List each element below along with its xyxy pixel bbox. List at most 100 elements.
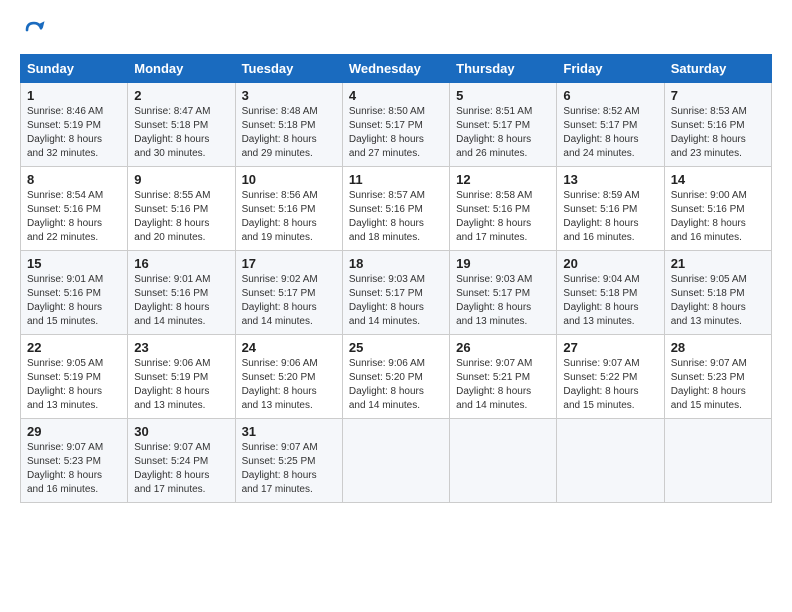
day-number: 23 xyxy=(134,340,228,355)
day-number: 29 xyxy=(27,424,121,439)
col-thursday: Thursday xyxy=(450,55,557,83)
day-info: Sunrise: 9:00 AMSunset: 5:16 PMDaylight:… xyxy=(671,189,765,245)
header xyxy=(20,16,772,44)
day-number: 19 xyxy=(456,256,550,271)
table-row: 14 Sunrise: 9:00 AMSunset: 5:16 PMDayligh… xyxy=(664,167,771,251)
day-number: 5 xyxy=(456,88,550,103)
table-row: 1Sunrise: 8:46 AMSunset: 5:19 PMDaylight… xyxy=(21,83,128,167)
day-info: Sunrise: 9:07 AMSunset: 5:25 PMDaylight:… xyxy=(242,441,336,497)
day-info: Sunrise: 9:06 AMSunset: 5:19 PMDaylight:… xyxy=(134,357,228,413)
table-row: 19 Sunrise: 9:03 AMSunset: 5:17 PMDayligh… xyxy=(450,251,557,335)
col-saturday: Saturday xyxy=(664,55,771,83)
col-friday: Friday xyxy=(557,55,664,83)
day-number: 31 xyxy=(242,424,336,439)
day-info: Sunrise: 9:05 AMSunset: 5:19 PMDaylight:… xyxy=(27,357,121,413)
table-row: 28 Sunrise: 9:07 AMSunset: 5:23 PMDayligh… xyxy=(664,335,771,419)
day-info: Sunrise: 9:03 AMSunset: 5:17 PMDaylight:… xyxy=(456,273,550,329)
table-row: 8 Sunrise: 8:54 AMSunset: 5:16 PMDaylight… xyxy=(21,167,128,251)
day-info: Sunrise: 8:52 AMSunset: 5:17 PMDaylight:… xyxy=(563,105,657,161)
table-row: 9 Sunrise: 8:55 AMSunset: 5:16 PMDaylight… xyxy=(128,167,235,251)
table-row: 13 Sunrise: 8:59 AMSunset: 5:16 PMDayligh… xyxy=(557,167,664,251)
table-row: 16Sunrise: 9:01 AMSunset: 5:16 PMDayligh… xyxy=(128,251,235,335)
day-number: 15 xyxy=(27,256,121,271)
day-info: Sunrise: 8:57 AMSunset: 5:16 PMDaylight:… xyxy=(349,189,443,245)
day-info: Sunrise: 8:59 AMSunset: 5:16 PMDaylight:… xyxy=(563,189,657,245)
table-row: 31 Sunrise: 9:07 AMSunset: 5:25 PMDayligh… xyxy=(235,419,342,503)
logo xyxy=(20,16,52,44)
day-info: Sunrise: 8:51 AMSunset: 5:17 PMDaylight:… xyxy=(456,105,550,161)
table-row: 24 Sunrise: 9:06 AMSunset: 5:20 PMDayligh… xyxy=(235,335,342,419)
day-number: 27 xyxy=(563,340,657,355)
day-number: 25 xyxy=(349,340,443,355)
day-number: 26 xyxy=(456,340,550,355)
calendar-table: Sunday Monday Tuesday Wednesday Thursday… xyxy=(20,54,772,503)
header-row: Sunday Monday Tuesday Wednesday Thursday… xyxy=(21,55,772,83)
table-row: 12 Sunrise: 8:58 AMSunset: 5:16 PMDayligh… xyxy=(450,167,557,251)
day-number: 14 xyxy=(671,172,765,187)
table-row xyxy=(342,419,449,503)
col-tuesday: Tuesday xyxy=(235,55,342,83)
day-info: Sunrise: 8:54 AMSunset: 5:16 PMDaylight:… xyxy=(27,189,121,245)
day-number: 18 xyxy=(349,256,443,271)
table-row xyxy=(664,419,771,503)
day-number: 9 xyxy=(134,172,228,187)
day-info: Sunrise: 9:01 AMSunset: 5:16 PMDaylight:… xyxy=(27,273,121,329)
day-info: Sunrise: 8:58 AMSunset: 5:16 PMDaylight:… xyxy=(456,189,550,245)
day-info: Sunrise: 8:55 AMSunset: 5:16 PMDaylight:… xyxy=(134,189,228,245)
table-row: 15 Sunrise: 9:01 AMSunset: 5:16 PMDayligh… xyxy=(21,251,128,335)
table-row: 6 Sunrise: 8:52 AMSunset: 5:17 PMDaylight… xyxy=(557,83,664,167)
day-info: Sunrise: 8:53 AMSunset: 5:16 PMDaylight:… xyxy=(671,105,765,161)
day-number: 8 xyxy=(27,172,121,187)
table-row: 21 Sunrise: 9:05 AMSunset: 5:18 PMDayligh… xyxy=(664,251,771,335)
table-row: 29 Sunrise: 9:07 AMSunset: 5:23 PMDayligh… xyxy=(21,419,128,503)
logo-icon xyxy=(20,16,48,44)
day-info: Sunrise: 9:07 AMSunset: 5:23 PMDaylight:… xyxy=(27,441,121,497)
day-info: Sunrise: 9:01 AMSunset: 5:16 PMDaylight:… xyxy=(134,273,228,329)
day-info: Sunrise: 8:50 AMSunset: 5:17 PMDaylight:… xyxy=(349,105,443,161)
day-info: Sunrise: 9:07 AMSunset: 5:24 PMDaylight:… xyxy=(134,441,228,497)
table-row: 10 Sunrise: 8:56 AMSunset: 5:16 PMDayligh… xyxy=(235,167,342,251)
table-row: 18Sunrise: 9:03 AMSunset: 5:17 PMDayligh… xyxy=(342,251,449,335)
day-number: 24 xyxy=(242,340,336,355)
table-row: 26 Sunrise: 9:07 AMSunset: 5:21 PMDayligh… xyxy=(450,335,557,419)
col-wednesday: Wednesday xyxy=(342,55,449,83)
table-row xyxy=(450,419,557,503)
table-row: 11 Sunrise: 8:57 AMSunset: 5:16 PMDayligh… xyxy=(342,167,449,251)
day-info: Sunrise: 9:05 AMSunset: 5:18 PMDaylight:… xyxy=(671,273,765,329)
day-number: 6 xyxy=(563,88,657,103)
day-number: 10 xyxy=(242,172,336,187)
day-number: 13 xyxy=(563,172,657,187)
day-number: 11 xyxy=(349,172,443,187)
table-row: 4 Sunrise: 8:50 AMSunset: 5:17 PMDaylight… xyxy=(342,83,449,167)
day-info: Sunrise: 9:07 AMSunset: 5:21 PMDaylight:… xyxy=(456,357,550,413)
col-sunday: Sunday xyxy=(21,55,128,83)
table-row: 17 Sunrise: 9:02 AMSunset: 5:17 PMDayligh… xyxy=(235,251,342,335)
day-number: 17 xyxy=(242,256,336,271)
table-row xyxy=(557,419,664,503)
day-info: Sunrise: 9:04 AMSunset: 5:18 PMDaylight:… xyxy=(563,273,657,329)
day-number: 7 xyxy=(671,88,765,103)
table-row: 27Sunrise: 9:07 AMSunset: 5:22 PMDayligh… xyxy=(557,335,664,419)
day-info: Sunrise: 9:06 AMSunset: 5:20 PMDaylight:… xyxy=(349,357,443,413)
day-info: Sunrise: 9:02 AMSunset: 5:17 PMDaylight:… xyxy=(242,273,336,329)
table-row: 3 Sunrise: 8:48 AMSunset: 5:18 PMDaylight… xyxy=(235,83,342,167)
col-monday: Monday xyxy=(128,55,235,83)
table-row: 22Sunrise: 9:05 AMSunset: 5:19 PMDayligh… xyxy=(21,335,128,419)
day-number: 30 xyxy=(134,424,228,439)
day-info: Sunrise: 8:48 AMSunset: 5:18 PMDaylight:… xyxy=(242,105,336,161)
day-number: 1 xyxy=(27,88,121,103)
table-row: 7 Sunrise: 8:53 AMSunset: 5:16 PMDaylight… xyxy=(664,83,771,167)
table-row: 23 Sunrise: 9:06 AMSunset: 5:19 PMDayligh… xyxy=(128,335,235,419)
day-number: 3 xyxy=(242,88,336,103)
day-info: Sunrise: 8:56 AMSunset: 5:16 PMDaylight:… xyxy=(242,189,336,245)
day-info: Sunrise: 8:47 AMSunset: 5:18 PMDaylight:… xyxy=(134,105,228,161)
table-row: 25 Sunrise: 9:06 AMSunset: 5:20 PMDayligh… xyxy=(342,335,449,419)
day-info: Sunrise: 9:07 AMSunset: 5:23 PMDaylight:… xyxy=(671,357,765,413)
day-number: 12 xyxy=(456,172,550,187)
day-number: 28 xyxy=(671,340,765,355)
day-number: 21 xyxy=(671,256,765,271)
table-row: 2Sunrise: 8:47 AMSunset: 5:18 PMDaylight… xyxy=(128,83,235,167)
day-number: 4 xyxy=(349,88,443,103)
day-info: Sunrise: 9:06 AMSunset: 5:20 PMDaylight:… xyxy=(242,357,336,413)
table-row: 30 Sunrise: 9:07 AMSunset: 5:24 PMDayligh… xyxy=(128,419,235,503)
